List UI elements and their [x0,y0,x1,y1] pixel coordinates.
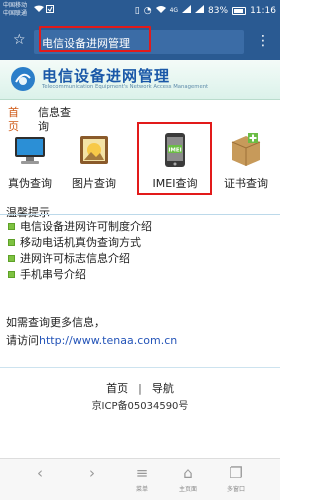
website-link[interactable]: http://www.tenaa.com.cn [39,334,177,347]
tip-text: 手机串号介绍 [20,268,86,281]
banner-title: 电信设备进网管理 [42,67,171,85]
tips-divider [0,214,280,215]
certificate-query-button[interactable]: 证书查询 [216,132,276,191]
home-icon: ⌂ [183,464,193,482]
more-icon[interactable]: ⋮ [256,33,270,49]
picture-query-label: 图片查询 [72,177,116,190]
tab-info-line1: 信息查 [38,106,71,119]
tab-home-line1: 首 [8,106,19,119]
forward-icon: › [89,464,95,482]
windows-button[interactable]: ❐ 多窗口 [216,464,256,493]
status-indicators: ▯ ◔ 4G 83% 11:16 [135,5,276,16]
vibrate-icon: ▯ [134,5,140,16]
tip-text: 电信设备进网许可制度介绍 [20,220,152,233]
site-logo-icon [11,67,35,91]
forward-button[interactable]: › [72,464,112,482]
footer-separator: | [138,382,142,395]
authenticity-query-button[interactable]: 真伪查询 [0,132,60,191]
status-bar: 中国移动 中国联通 ▯ ◔ 4G 83% 11:16 [0,0,280,24]
bullet-icon [8,222,15,230]
bullet-icon [8,238,15,246]
back-icon: ‹ [37,464,43,482]
notification-icon [46,5,54,16]
wifi-icon [34,5,44,16]
browser-bottom-bar: ‹ › ≡ 菜单 ⌂ 主页面 ❐ 多窗口 [0,458,280,500]
footer-home-link[interactable]: 首页 [106,382,128,395]
imei-highlight-box [137,122,212,195]
windows-icon: ❐ [229,464,243,482]
clock-time: 11:16 [250,5,276,16]
banner-subtitle: Telecommunication Equipment's Network Ac… [42,84,209,90]
url-highlight-box [39,26,151,52]
signal-icon [182,5,192,16]
visit-prefix: 请访问 [6,334,39,347]
battery-icon [232,6,247,15]
footer-nav-link[interactable]: 导航 [152,382,174,395]
tip-item-permit-label[interactable]: 进网许可标志信息介绍 [8,250,276,266]
tip-item-permit-system[interactable]: 电信设备进网许可制度介绍 [8,218,276,234]
certificate-query-label: 证书查询 [224,177,268,190]
bullet-icon [8,254,15,262]
picture-icon [80,136,108,164]
footer-divider [0,367,280,368]
windows-label: 多窗口 [226,486,245,493]
tip-item-authenticity-method[interactable]: 移动电话机真伪查询方式 [8,234,276,250]
wifi-signal-icon [155,5,166,16]
star-icon[interactable]: ☆ [13,32,26,48]
menu-label: 菜单 [135,486,148,493]
carrier-label-2: 中国联通 [3,10,28,17]
signal-icon-2 [195,5,205,16]
tip-text: 进网许可标志信息介绍 [20,252,130,265]
carrier-label-1: 中国移动 [3,2,28,9]
menu-button[interactable]: ≡ 菜单 [122,464,162,493]
battery-percent: 83% [208,5,229,16]
network-type-label: 4G [169,7,179,14]
site-banner: 电信设备进网管理 Telecommunication Equipment's N… [0,60,280,100]
tips-list: 电信设备进网许可制度介绍 移动电话机真伪查询方式 进网许可标志信息介绍 手机串号… [8,218,276,282]
certificate-box-icon [231,133,261,166]
icp-license: 京ICP备05034590号 [91,401,189,412]
home-button[interactable]: ⌂ 主页面 [168,464,208,493]
authenticity-query-label: 真伪查询 [8,177,52,190]
back-button[interactable]: ‹ [20,464,60,482]
picture-query-button[interactable]: 图片查询 [64,132,124,191]
home-label: 主页面 [178,486,197,493]
tip-text: 移动电话机真伪查询方式 [20,236,141,249]
bullet-icon [8,270,15,278]
footer-links: 首页 | 导航 [0,380,280,396]
alarm-icon: ◔ [143,5,152,16]
monitor-icon [15,137,45,164]
visit-line: 请访问http://www.tenaa.com.cn [6,332,177,348]
menu-icon: ≡ [135,464,149,482]
tip-item-serial-number[interactable]: 手机串号介绍 [8,266,276,282]
more-info-text: 如需查询更多信息， [6,316,105,329]
